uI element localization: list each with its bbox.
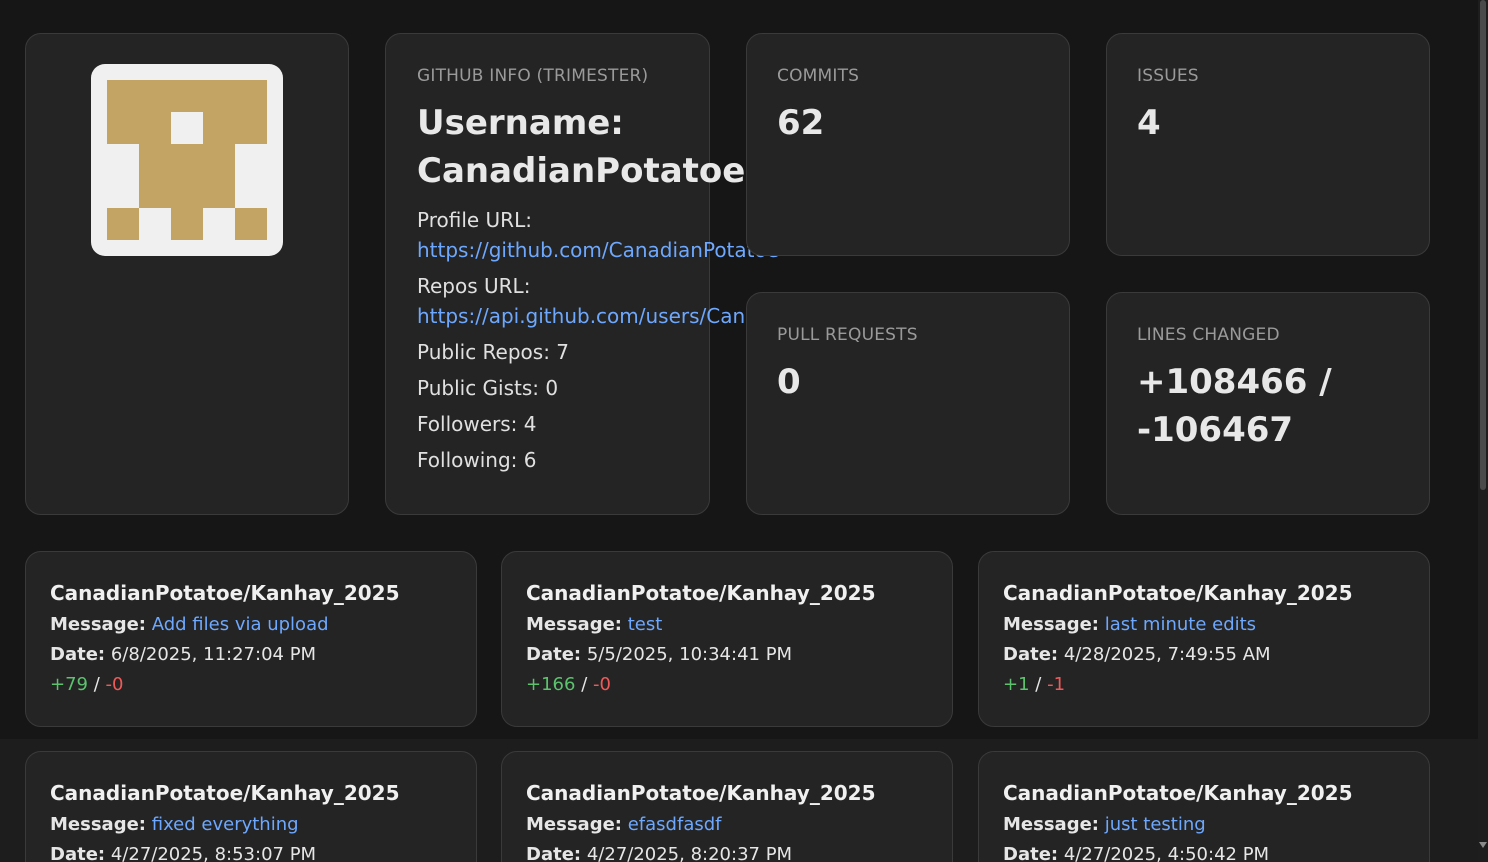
page-scrollbar[interactable]	[1478, 0, 1488, 862]
commit-message-link[interactable]: Add files via upload	[152, 614, 329, 635]
profile-url-label: Profile URL:	[417, 208, 532, 232]
public-gists: Public Gists: 0	[417, 376, 559, 400]
commit-deletions: -1	[1047, 674, 1066, 695]
lines-changed-stat-card: LINES CHANGED +108466 / -106467	[1106, 292, 1430, 515]
date-label: Date:	[50, 644, 106, 665]
avatar	[91, 64, 283, 256]
commit-date: 6/8/2025, 11:27:04 PM	[110, 644, 317, 665]
repos-url-label: Repos URL:	[417, 274, 531, 298]
commit-date: 4/27/2025, 4:50:42 PM	[1063, 844, 1270, 862]
lines-changed-label: LINES CHANGED	[1137, 325, 1280, 345]
message-label: Message:	[50, 814, 146, 835]
commit-repo: CanadianPotatoe/Kanhay_2025	[50, 781, 400, 805]
github-info-card: GITHUB INFO (TRIMESTER) Username: Canadi…	[385, 33, 779, 515]
message-label: Message:	[50, 614, 146, 635]
commit-date: 5/5/2025, 10:34:41 PM	[586, 644, 793, 665]
username-value: CanadianPotatoe	[417, 151, 746, 191]
commit-date: 4/28/2025, 7:49:55 AM	[1063, 644, 1271, 665]
date-label: Date:	[1003, 644, 1059, 665]
date-label: Date:	[50, 844, 106, 862]
lines-changed-deletions: -106467	[1137, 410, 1294, 450]
date-label: Date:	[526, 844, 582, 862]
diff-separator: /	[581, 674, 588, 695]
commit-repo: CanadianPotatoe/Kanhay_2025	[526, 581, 876, 605]
commit-repo: CanadianPotatoe/Kanhay_2025	[526, 781, 876, 805]
commit-card[interactable]: CanadianPotatoe/Kanhay_2025 Message: las…	[978, 551, 1430, 727]
message-label: Message:	[526, 614, 622, 635]
diff-separator: /	[93, 674, 100, 695]
commit-card[interactable]: CanadianPotatoe/Kanhay_2025 Message: tes…	[501, 551, 953, 727]
issues-label: ISSUES	[1137, 66, 1199, 86]
message-label: Message:	[526, 814, 622, 835]
avatar-card	[25, 33, 349, 515]
pull-requests-label: PULL REQUESTS	[777, 325, 918, 345]
commit-message-link[interactable]: last minute edits	[1105, 614, 1256, 635]
public-repos: Public Repos: 7	[417, 340, 570, 364]
followers: Followers: 4	[417, 412, 537, 436]
commit-message-link[interactable]: efasdfasdf	[628, 814, 722, 835]
commit-card[interactable]: CanadianPotatoe/Kanhay_2025 Message: Add…	[25, 551, 477, 727]
commit-date: 4/27/2025, 8:53:07 PM	[110, 844, 317, 862]
commit-additions: +166	[526, 674, 576, 695]
commit-date: 4/27/2025, 8:20:37 PM	[586, 844, 793, 862]
scrollbar-thumb[interactable]	[1480, 0, 1486, 490]
commit-repo: CanadianPotatoe/Kanhay_2025	[1003, 581, 1353, 605]
profile-url-link[interactable]: https://github.com/CanadianPotatoe	[417, 235, 787, 265]
username-label: Username:	[417, 103, 624, 143]
commit-repo: CanadianPotatoe/Kanhay_2025	[50, 581, 400, 605]
diff-separator: /	[1035, 674, 1042, 695]
pull-requests-value: 0	[777, 362, 801, 402]
commit-message-link[interactable]: just testing	[1105, 814, 1206, 835]
date-label: Date:	[1003, 844, 1059, 862]
commit-repo: CanadianPotatoe/Kanhay_2025	[1003, 781, 1353, 805]
message-label: Message:	[1003, 614, 1099, 635]
commit-message-link[interactable]: test	[628, 614, 663, 635]
date-label: Date:	[526, 644, 582, 665]
commit-message-link[interactable]: fixed everything	[152, 814, 299, 835]
scroll-down-arrow-icon[interactable]	[1479, 842, 1487, 848]
lines-changed-additions: +108466 /	[1137, 362, 1332, 402]
commit-additions: +79	[50, 674, 88, 695]
commit-deletions: -0	[105, 674, 124, 695]
commit-card[interactable]: CanadianPotatoe/Kanhay_2025 Message: efa…	[501, 751, 953, 862]
issues-value: 4	[1137, 103, 1161, 143]
commits-value: 62	[777, 103, 825, 143]
repos-url-link[interactable]: https://api.github.com/users/CanadianPot…	[417, 301, 746, 331]
issues-stat-card: ISSUES 4	[1106, 33, 1430, 256]
commits-label: COMMITS	[777, 66, 860, 86]
commits-stat-card: COMMITS 62	[746, 33, 1070, 256]
commit-deletions: -0	[593, 674, 611, 695]
following: Following: 6	[417, 448, 537, 472]
identicon-icon	[107, 80, 267, 240]
commit-card[interactable]: CanadianPotatoe/Kanhay_2025 Message: jus…	[978, 751, 1430, 862]
github-info-heading: GITHUB INFO (TRIMESTER)	[417, 66, 649, 86]
pull-requests-stat-card: PULL REQUESTS 0	[746, 292, 1070, 515]
commit-card[interactable]: CanadianPotatoe/Kanhay_2025 Message: fix…	[25, 751, 477, 862]
message-label: Message:	[1003, 814, 1099, 835]
commit-additions: +1	[1003, 674, 1030, 695]
